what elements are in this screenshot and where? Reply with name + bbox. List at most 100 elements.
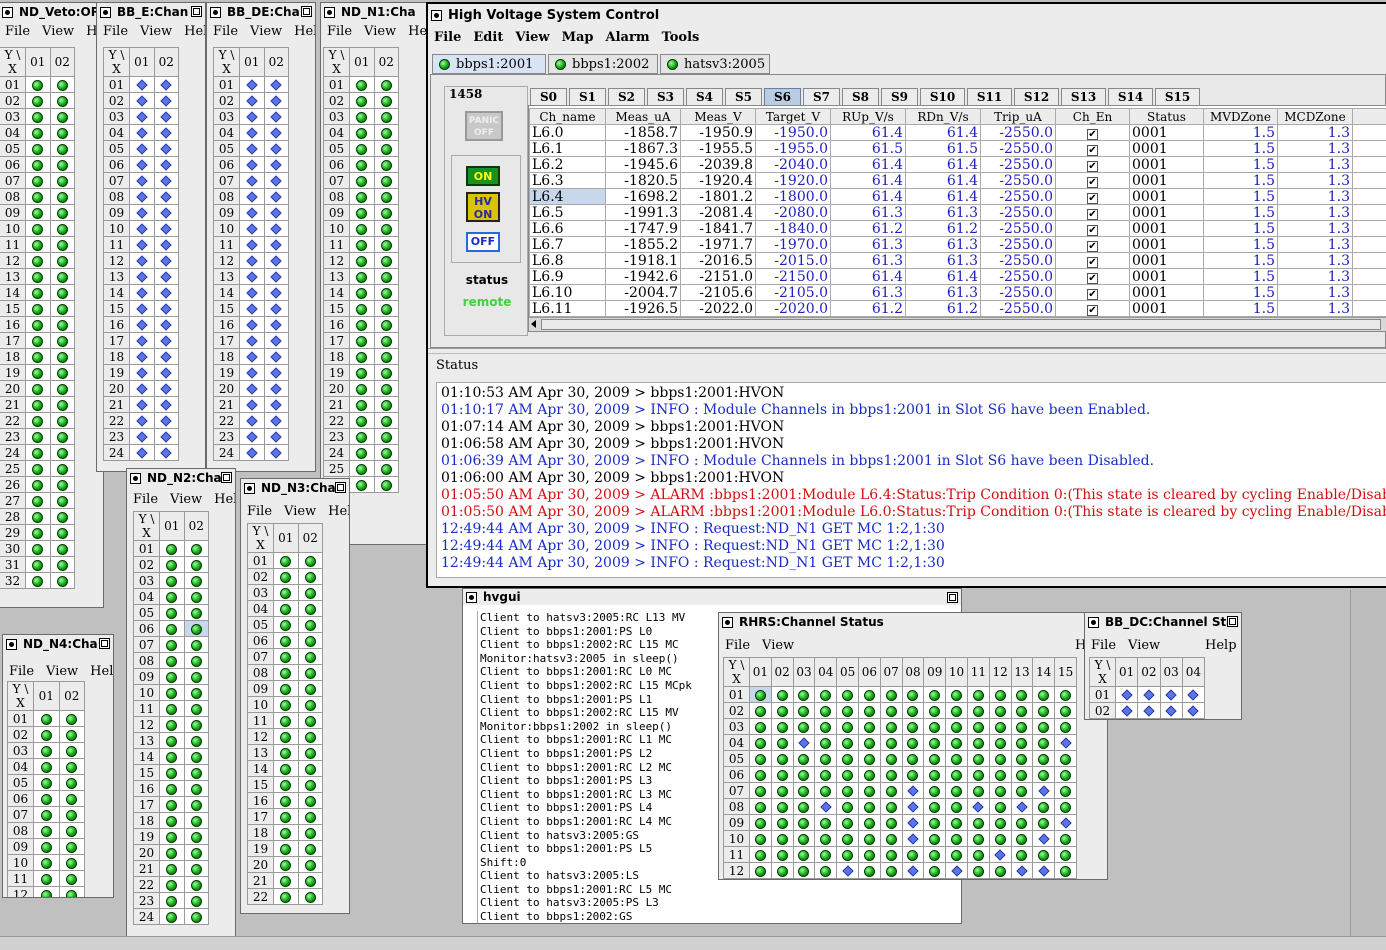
table-row[interactable]: L6.6 -1747.9 -1841.7 -1840.0 61.2 61.2 -2550.0… [529,220,1386,237]
channel-enable-cell[interactable]: ✔ [1055,236,1130,253]
channel-cell[interactable] [945,846,968,863]
channel-cell[interactable] [273,568,299,585]
table-cell[interactable]: -1942.6 [605,268,681,285]
table-cell[interactable]: -2550.0 [980,220,1056,237]
channel-cell[interactable] [153,284,179,301]
channel-cell[interactable] [159,908,185,925]
table-cell[interactable]: -2550.0 [980,268,1056,285]
channel-cell[interactable] [33,870,60,887]
bb-de-window[interactable]: BB_DE:Cha File View Help Y \ X0102010203… [206,2,316,472]
channel-enable-cell[interactable]: ✔ [1055,172,1130,189]
channel-cell[interactable] [33,822,60,839]
channel-cell[interactable] [25,348,51,365]
channel-cell[interactable] [25,108,51,125]
channel-cell[interactable] [239,124,265,141]
column-header[interactable]: Ch_name [529,108,606,125]
table-cell[interactable]: L6.10 [529,284,606,301]
channel-cell[interactable] [263,428,289,445]
table-cell[interactable]: L6.11 [529,300,606,317]
channel-cell[interactable] [183,556,209,573]
hv-on-button[interactable]: HV ON [466,192,500,222]
channel-cell[interactable] [49,572,75,589]
channel-cell[interactable] [770,766,794,783]
channel-cell[interactable] [33,774,60,791]
table-cell[interactable]: 1.5 [1203,300,1278,317]
channel-cell[interactable] [297,760,323,777]
checkbox-checked-icon[interactable]: ✔ [1087,224,1098,236]
channel-cell[interactable] [1032,846,1056,863]
channel-cell[interactable] [239,332,265,349]
channel-cell[interactable] [373,76,399,93]
channel-cell[interactable] [879,846,903,863]
table-row[interactable]: L6.2 -1945.6 -2039.8 -2040.0 61.4 61.4 -2550.0… [529,156,1386,173]
channel-cell[interactable] [349,332,375,349]
channel-cell[interactable] [25,508,51,525]
channel-cell[interactable] [297,632,323,649]
channel-cell[interactable] [159,540,185,557]
column-header[interactable]: MVDZone [1203,108,1278,125]
channel-cell[interactable] [373,140,399,157]
channel-cell[interactable] [239,300,265,317]
channel-cell[interactable] [159,588,185,605]
channel-cell[interactable] [1010,830,1034,847]
menu-help[interactable]: Help [208,492,235,507]
channel-cell[interactable] [239,236,265,253]
table-cell[interactable]: 61.3 [905,236,981,253]
menu-file[interactable]: File [3,664,40,679]
channel-cell[interactable] [923,862,947,879]
channel-cell[interactable] [49,380,75,397]
table-cell[interactable]: 61.3 [905,284,981,301]
channel-cell[interactable] [966,798,990,815]
channel-cell[interactable] [836,734,859,751]
channel-cell[interactable] [49,460,75,477]
table-cell[interactable]: -2 [1352,140,1386,157]
channel-cell[interactable] [49,364,75,381]
maximize-icon[interactable] [335,482,346,493]
channel-cell[interactable] [349,364,375,381]
channel-cell[interactable] [239,172,265,189]
channel-cell[interactable] [792,686,816,703]
menu-view[interactable]: View [756,638,800,653]
channel-cell[interactable] [49,332,75,349]
channel-cell[interactable] [183,812,209,829]
table-cell[interactable]: -1858.7 [605,124,681,141]
table-cell[interactable]: L6.1 [529,140,606,157]
channel-cell[interactable] [263,396,289,413]
channel-cell[interactable] [159,636,185,653]
column-header[interactable]: RDn_V/s [905,108,981,125]
channel-cell[interactable] [263,92,289,109]
channel-cell[interactable] [901,814,925,831]
channel-cell[interactable] [49,252,75,269]
channel-cell[interactable] [373,476,399,493]
table-cell[interactable]: -2 [1352,124,1386,141]
tab-slot-s6[interactable]: S6 [764,88,801,105]
status-log[interactable]: 01:10:53 AM Apr 30, 2009 > bbps1:2001:HV… [436,382,1386,578]
table-row[interactable]: L6.1 -1867.3 -1955.5 -1955.0 61.5 61.5 -2550.0… [529,140,1386,157]
channel-cell[interactable] [153,380,179,397]
channel-cell[interactable] [297,728,323,745]
channel-cell[interactable] [49,444,75,461]
menu-file[interactable]: File [428,30,467,45]
channel-cell[interactable] [58,758,85,775]
channel-cell[interactable] [1010,766,1034,783]
channel-cell[interactable] [901,686,925,703]
channel-cell[interactable] [153,444,179,461]
channel-cell[interactable] [263,348,289,365]
channel-cell[interactable] [373,300,399,317]
channel-cell[interactable] [297,600,323,617]
channel-cell[interactable] [966,750,990,767]
channel-cell[interactable] [159,684,185,701]
channel-cell[interactable] [297,792,323,809]
table-cell[interactable]: L6.9 [529,268,606,285]
channel-cell[interactable] [297,664,323,681]
menu-view[interactable]: View [164,492,208,507]
channel-cell[interactable] [183,540,209,557]
channel-cell[interactable] [153,412,179,429]
table-cell[interactable]: 61.2 [830,300,906,317]
menu-edit[interactable]: Edit [467,30,509,45]
channel-cell[interactable] [273,872,299,889]
channel-cell[interactable] [1032,734,1056,751]
channel-cell[interactable] [966,814,990,831]
channel-cell[interactable] [349,348,375,365]
channel-cell[interactable] [1010,814,1034,831]
